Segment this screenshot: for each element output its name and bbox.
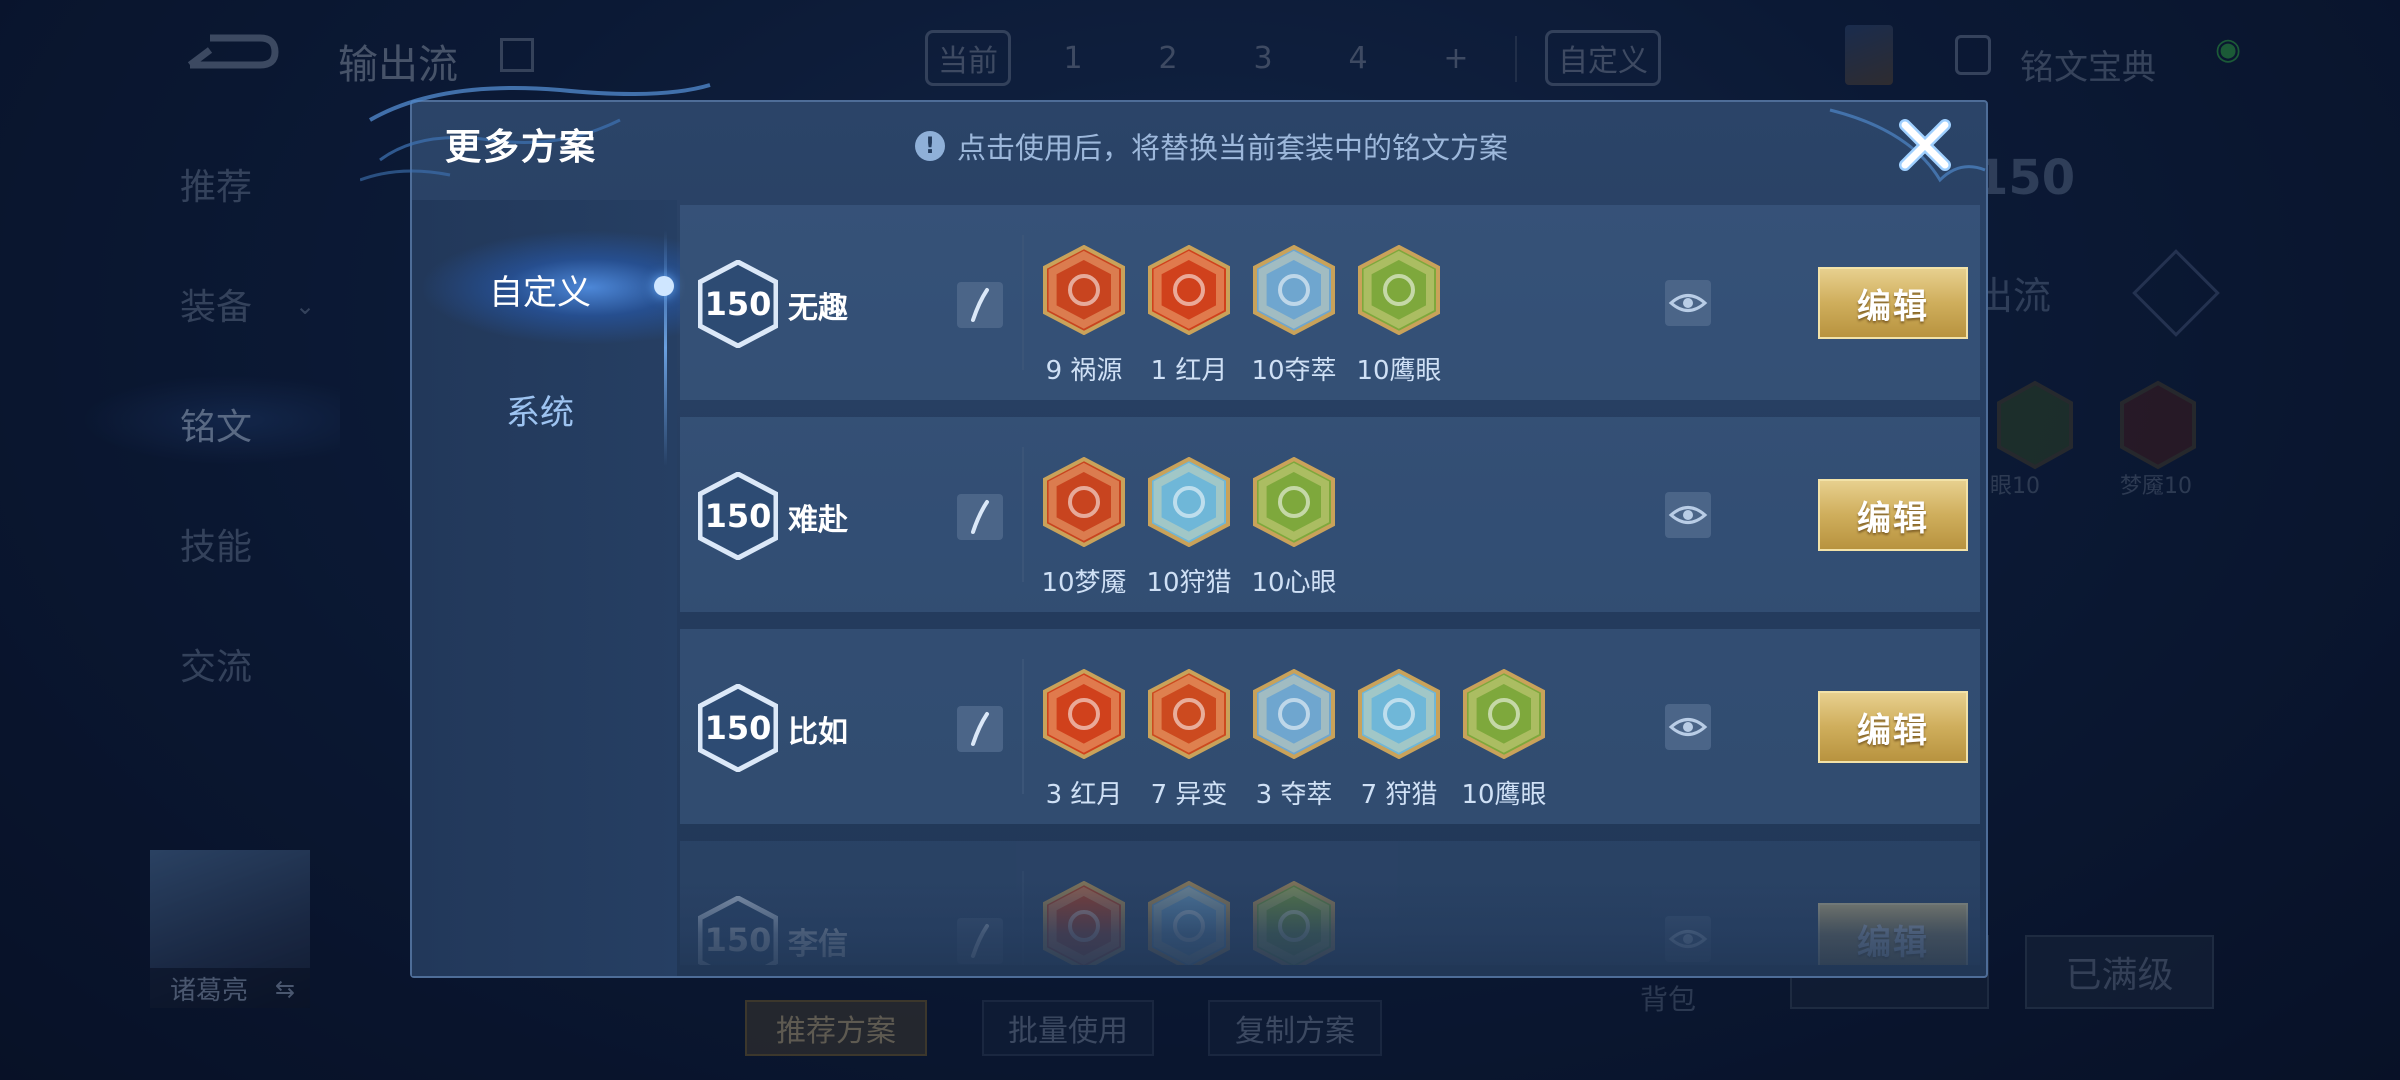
side-divider <box>664 230 667 466</box>
rune-shoulie-icon <box>1358 669 1440 759</box>
plan-row[interactable]: 150 无趣 9 祸源 1 红月 10夺萃 10鹰眼 编辑 <box>680 205 1980 400</box>
edit-button[interactable]: 编辑 <box>1818 691 1968 763</box>
row-divider <box>1022 235 1024 370</box>
rune-duocui-icon <box>1253 669 1335 759</box>
edit-button[interactable]: 编辑 <box>1818 479 1968 551</box>
edit-button[interactable]: 编辑 <box>1818 267 1968 339</box>
hint-text: 点击使用后，将替换当前套装中的铭文方案 <box>957 131 1509 165</box>
preview-eye-icon[interactable] <box>1665 492 1711 538</box>
plan-name: 难赴 <box>788 503 848 538</box>
rune-label: 9 祸源 <box>1045 356 1123 386</box>
hint: ! 点击使用后，将替换当前套装中的铭文方案 <box>915 125 1508 167</box>
rune-label: 10鹰眼 <box>1461 780 1547 810</box>
plan-name: 比如 <box>788 715 848 750</box>
rune-shoulie-icon <box>1148 457 1230 547</box>
plan-row[interactable]: 150 比如 3 红月 7 异变 3 夺萃 7 狩猎 10鹰眼 编辑 <box>680 629 1980 824</box>
side-indicator-dot <box>654 276 674 296</box>
rune-label: 10心眼 <box>1251 568 1337 598</box>
row-divider <box>1022 447 1024 582</box>
rune-mengyan-icon <box>1043 457 1125 547</box>
preview-eye-icon[interactable] <box>1665 704 1711 750</box>
plan-list[interactable]: 150 无趣 9 祸源 1 红月 10夺萃 10鹰眼 编辑 150 难赴 10梦魇 10… <box>680 205 1985 965</box>
rune-duocui-icon <box>1253 245 1335 335</box>
plan-name: 无趣 <box>788 291 848 326</box>
rename-pencil-icon[interactable] <box>957 282 1003 328</box>
info-icon: ! <box>915 131 945 161</box>
modal-title: 更多方案 <box>445 127 598 168</box>
list-fade <box>680 880 1985 970</box>
rune-label: 10夺萃 <box>1251 356 1337 386</box>
rune-hongyue-icon <box>1043 669 1125 759</box>
row-divider <box>1022 659 1024 794</box>
rename-pencil-icon[interactable] <box>957 494 1003 540</box>
rune-yibian-icon <box>1148 669 1230 759</box>
rename-pencil-icon[interactable] <box>957 706 1003 752</box>
plan-level: 150 <box>704 285 772 323</box>
tab-system-plans[interactable]: 系统 <box>440 385 640 434</box>
plan-row[interactable]: 150 难赴 10梦魇 10狩猎 10心眼 编辑 <box>680 417 1980 612</box>
plan-level: 150 <box>704 709 772 747</box>
rune-label: 3 红月 <box>1045 780 1123 810</box>
rune-label: 3 夺萃 <box>1255 780 1333 810</box>
rune-xinyan-icon <box>1253 457 1335 547</box>
plan-level: 150 <box>704 497 772 535</box>
rune-yingyan-icon <box>1358 245 1440 335</box>
rune-yingyan-icon <box>1463 669 1545 759</box>
rune-label: 10鹰眼 <box>1356 356 1442 386</box>
rune-label: 10狩猎 <box>1146 568 1232 598</box>
preview-eye-icon[interactable] <box>1665 280 1711 326</box>
rune-hongyue-icon <box>1148 245 1230 335</box>
rune-label: 7 异变 <box>1150 780 1228 810</box>
rune-label: 1 红月 <box>1150 356 1228 386</box>
close-icon[interactable] <box>1895 115 1955 175</box>
rune-label: 7 狩猎 <box>1360 780 1438 810</box>
rune-label: 10梦魇 <box>1041 568 1127 598</box>
rune-huoyuan-icon <box>1043 245 1125 335</box>
tab-custom-plans[interactable]: 自定义 <box>440 265 640 314</box>
